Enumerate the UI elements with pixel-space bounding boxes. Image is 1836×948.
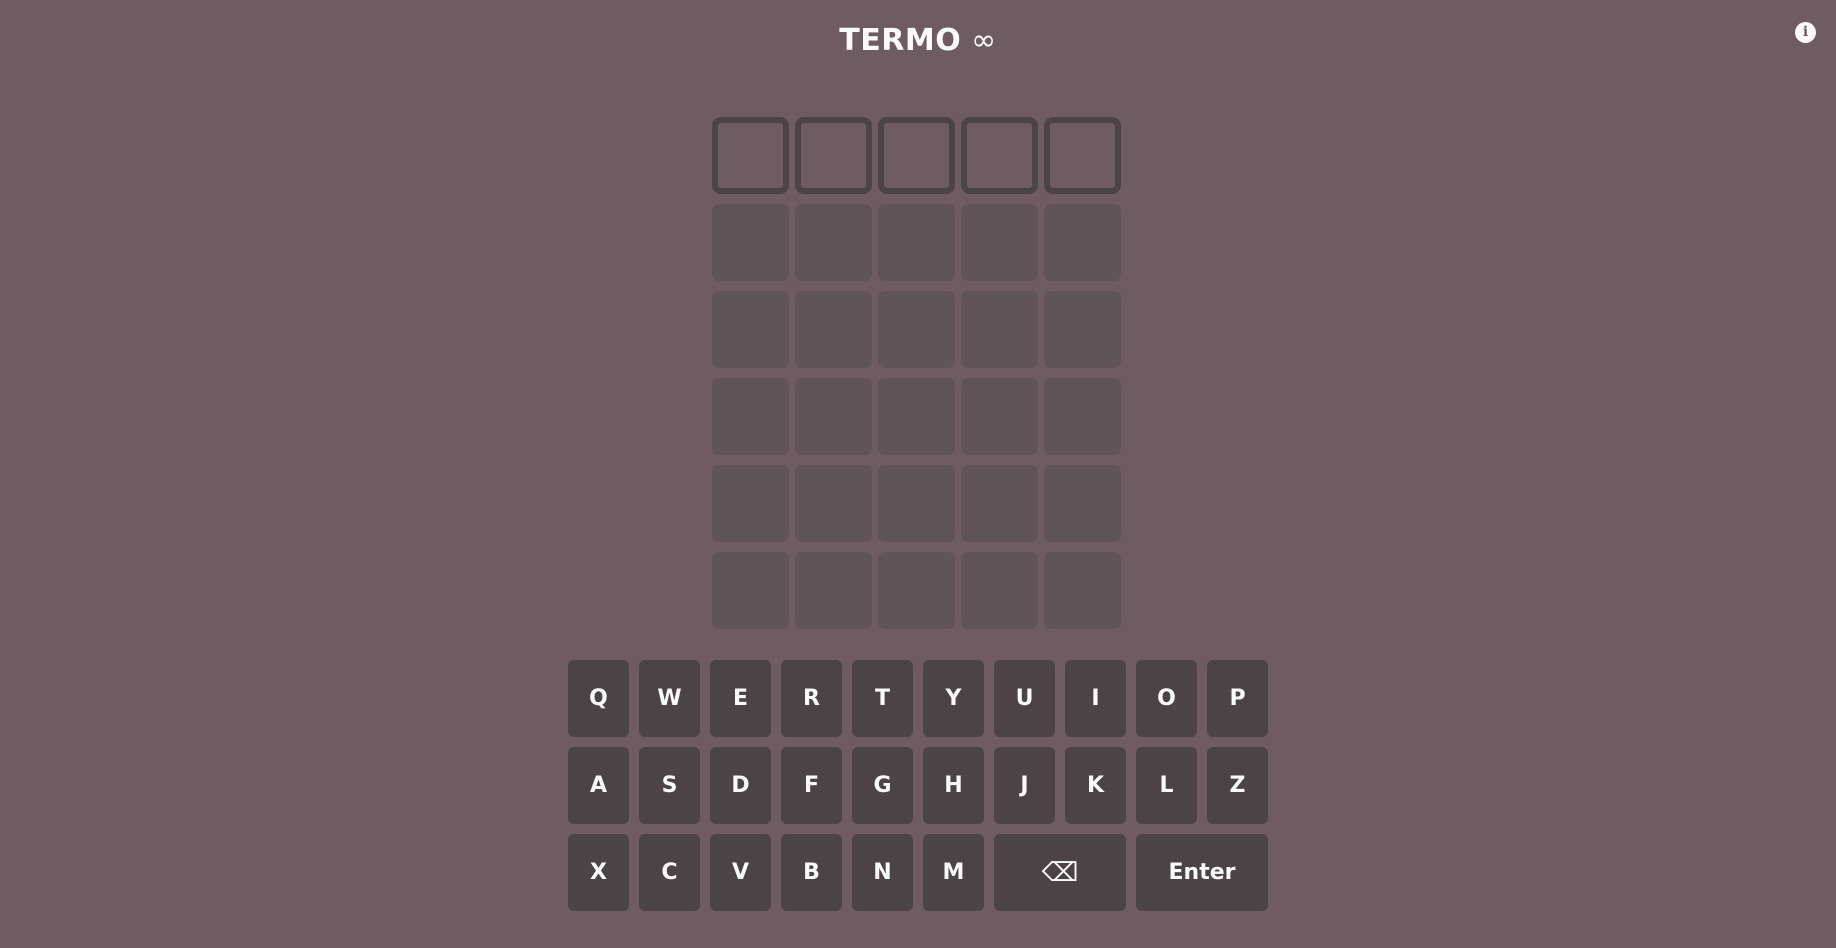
key-r[interactable]: R: [781, 660, 842, 737]
board-tile-r1-c2[interactable]: [795, 117, 872, 194]
board-tile-r2-c1: [712, 204, 789, 281]
key-i[interactable]: I: [1065, 660, 1126, 737]
key-a[interactable]: A: [568, 747, 629, 824]
board-tile-r6-c5: [1044, 552, 1121, 629]
board-tile-r3-c5: [1044, 291, 1121, 368]
key-d[interactable]: D: [710, 747, 771, 824]
board-tile-r4-c1: [712, 378, 789, 455]
key-f[interactable]: F: [781, 747, 842, 824]
board-tile-r3-c1: [712, 291, 789, 368]
board-tile-r5-c1: [712, 465, 789, 542]
board-tile-r1-c4[interactable]: [961, 117, 1038, 194]
board-tile-r3-c3: [878, 291, 955, 368]
board-tile-r1-c3[interactable]: [878, 117, 955, 194]
board-tile-r5-c2: [795, 465, 872, 542]
keyboard-row-2: ASDFGHJKLZ: [568, 747, 1268, 824]
board-tile-r6-c4: [961, 552, 1038, 629]
game-title: TERMO ∞: [0, 18, 1836, 64]
key-t[interactable]: T: [852, 660, 913, 737]
key-h[interactable]: H: [923, 747, 984, 824]
board-tile-r2-c3: [878, 204, 955, 281]
key-u[interactable]: U: [994, 660, 1055, 737]
backspace-key[interactable]: ⌫: [994, 834, 1126, 911]
key-x[interactable]: X: [568, 834, 629, 911]
key-e[interactable]: E: [710, 660, 771, 737]
key-c[interactable]: C: [639, 834, 700, 911]
board-tile-r1-c1[interactable]: [712, 117, 789, 194]
board-tile-r5-c3: [878, 465, 955, 542]
keyboard-row-1: QWERTYUIOP: [568, 660, 1268, 737]
key-g[interactable]: G: [852, 747, 913, 824]
key-z[interactable]: Z: [1207, 747, 1268, 824]
key-p[interactable]: P: [1207, 660, 1268, 737]
board-tile-r4-c3: [878, 378, 955, 455]
key-j[interactable]: J: [994, 747, 1055, 824]
board-tile-r4-c4: [961, 378, 1038, 455]
infinity-icon: ∞: [971, 23, 997, 58]
board-tile-r6-c1: [712, 552, 789, 629]
enter-key[interactable]: Enter: [1136, 834, 1268, 911]
board-tile-r4-c5: [1044, 378, 1121, 455]
keyboard: QWERTYUIOP ASDFGHJKLZ ⌫ Enter XCVBNM: [568, 660, 1268, 921]
board-tile-r2-c5: [1044, 204, 1121, 281]
board-tile-r5-c5: [1044, 465, 1121, 542]
board-tile-r5-c4: [961, 465, 1038, 542]
key-k[interactable]: K: [1065, 747, 1126, 824]
key-s[interactable]: S: [639, 747, 700, 824]
info-icon[interactable]: i: [1795, 22, 1816, 43]
board-tile-r4-c2: [795, 378, 872, 455]
board-tile-r6-c3: [878, 552, 955, 629]
board-tile-r3-c2: [795, 291, 872, 368]
key-b[interactable]: B: [781, 834, 842, 911]
game-board: [712, 117, 1121, 629]
key-q[interactable]: Q: [568, 660, 629, 737]
key-v[interactable]: V: [710, 834, 771, 911]
board-tile-r3-c4: [961, 291, 1038, 368]
board-tile-r6-c2: [795, 552, 872, 629]
board-tile-r2-c4: [961, 204, 1038, 281]
key-o[interactable]: O: [1136, 660, 1197, 737]
key-y[interactable]: Y: [923, 660, 984, 737]
key-n[interactable]: N: [852, 834, 913, 911]
board-tile-r2-c2: [795, 204, 872, 281]
title-text: TERMO: [839, 23, 962, 58]
keyboard-row-3: ⌫ Enter XCVBNM: [568, 834, 1268, 911]
board-tile-r1-c5[interactable]: [1044, 117, 1121, 194]
key-m[interactable]: M: [923, 834, 984, 911]
key-w[interactable]: W: [639, 660, 700, 737]
key-l[interactable]: L: [1136, 747, 1197, 824]
